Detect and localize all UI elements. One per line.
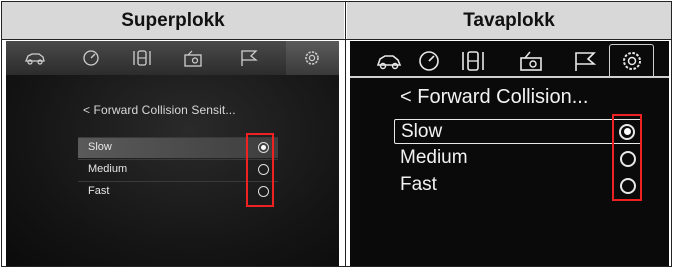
flag-icon[interactable] — [572, 49, 598, 73]
option-label: Slow — [401, 121, 443, 142]
car-icon[interactable] — [24, 47, 46, 69]
option-label: Fast — [88, 185, 110, 197]
fuel-icon[interactable] — [460, 49, 486, 73]
tava-screen: < Forward Collision... Slow Medium Fast — [350, 41, 669, 266]
radio-highlight-box — [246, 133, 274, 207]
option-label: Fast — [400, 174, 437, 195]
radio-highlight-box — [612, 114, 642, 201]
option-fast[interactable]: Fast — [394, 173, 644, 198]
option-label: Slow — [88, 141, 112, 153]
option-label: Medium — [88, 163, 128, 175]
gauge-icon[interactable] — [416, 49, 442, 73]
car-icon[interactable] — [376, 49, 402, 73]
option-medium[interactable]: Medium — [394, 146, 644, 171]
flag-icon[interactable] — [238, 47, 260, 69]
column-divider — [345, 1, 346, 267]
tab-baseline — [350, 76, 669, 78]
gear-icon[interactable] — [301, 47, 323, 69]
fuel-icon[interactable] — [131, 47, 153, 69]
column-header-tava: Tavaplokk — [347, 2, 671, 39]
gear-icon[interactable] — [619, 49, 645, 73]
camera-icon[interactable] — [182, 47, 204, 69]
super-page-title[interactable]: < Forward Collision Sensit... — [83, 103, 236, 117]
camera-icon[interactable] — [518, 49, 544, 73]
tava-page-title[interactable]: < Forward Collision... — [400, 86, 588, 109]
gauge-icon[interactable] — [80, 47, 102, 69]
super-screen: < Forward Collision Sensit... Slow Mediu… — [6, 41, 339, 266]
option-slow[interactable]: Slow — [394, 119, 642, 144]
option-label: Medium — [400, 147, 468, 168]
header-divider — [2, 39, 672, 40]
column-header-super: Superplokk — [2, 2, 344, 39]
